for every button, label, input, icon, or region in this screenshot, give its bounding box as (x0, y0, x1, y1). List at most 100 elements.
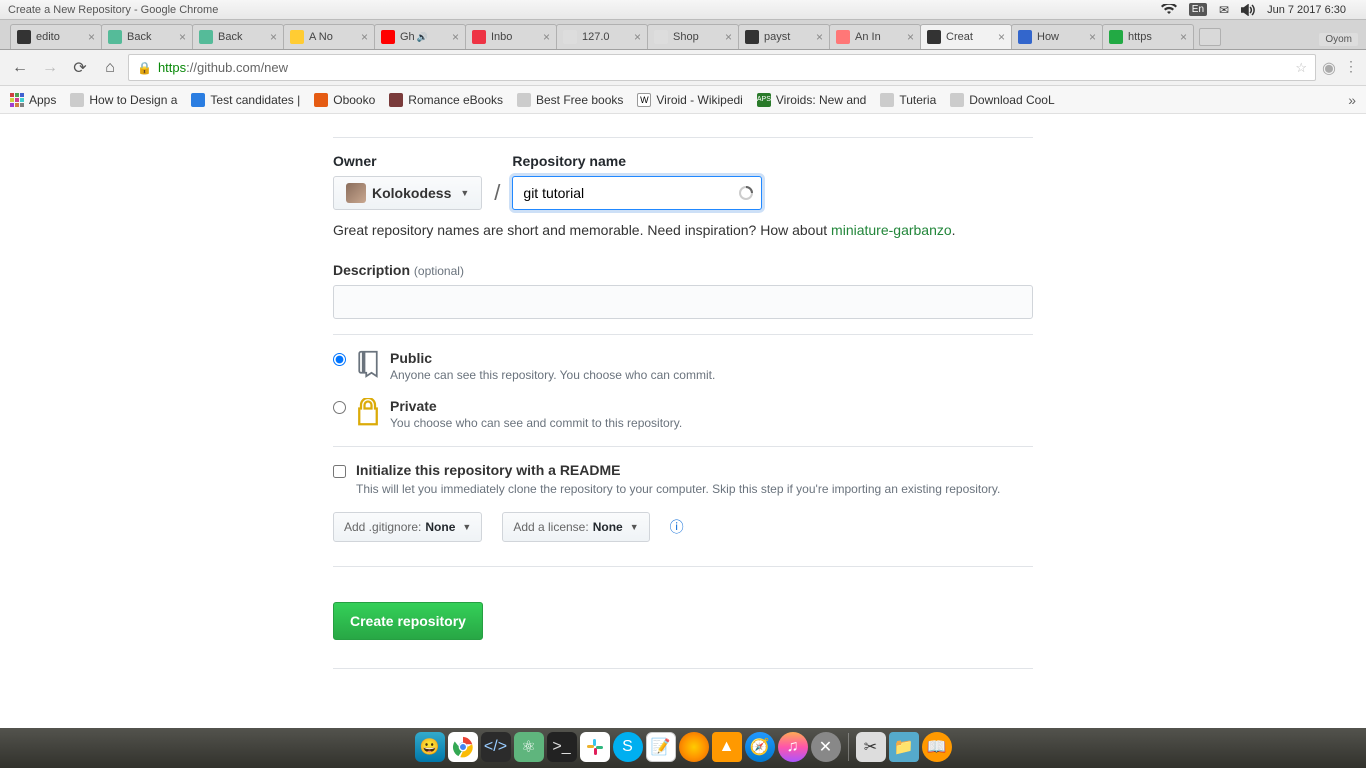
mail-icon[interactable]: ✉ (1219, 3, 1229, 17)
favicon-icon (563, 30, 577, 44)
bookmark-item[interactable]: Tuteria (880, 93, 936, 107)
tab[interactable]: Inbo× (465, 24, 557, 49)
dock-itunes-icon[interactable]: ♫ (778, 732, 808, 762)
lang-indicator[interactable]: En (1189, 3, 1207, 16)
bookmark-item[interactable]: Best Free books (517, 93, 623, 107)
suggestion-link[interactable]: miniature-garbanzo (831, 222, 952, 238)
dock-app-icon[interactable]: ✕ (811, 732, 841, 762)
bookmark-item[interactable]: Romance eBooks (389, 93, 503, 107)
tab[interactable]: https× (1102, 24, 1194, 49)
reload-button[interactable]: ⟳ (68, 56, 92, 80)
close-icon[interactable]: × (722, 30, 732, 44)
forward-button: → (38, 56, 62, 80)
owner-dropdown[interactable]: Kolokodess ▼ (333, 176, 482, 210)
description-input[interactable] (333, 285, 1033, 319)
dock-finder-icon[interactable]: 😀 (415, 732, 445, 762)
close-icon[interactable]: × (85, 30, 95, 44)
dock-ibooks-icon[interactable]: 📖 (922, 732, 952, 762)
close-icon[interactable]: × (176, 30, 186, 44)
tab[interactable]: payst× (738, 24, 830, 49)
tab[interactable]: Back× (101, 24, 193, 49)
private-title: Private (390, 398, 682, 414)
dock-firefox-icon[interactable] (679, 732, 709, 762)
private-radio[interactable] (333, 401, 346, 414)
dock-skype-icon[interactable]: S (613, 732, 643, 762)
gitignore-dropdown[interactable]: Add .gitignore: None▼ (333, 512, 482, 542)
close-icon[interactable]: × (631, 30, 641, 44)
spinner-icon (738, 185, 754, 201)
tab[interactable]: Shop× (647, 24, 739, 49)
dock-terminal-icon[interactable]: >_ (547, 732, 577, 762)
tab-active[interactable]: Creat× (920, 24, 1012, 49)
tab[interactable]: Gh🔊× (374, 24, 466, 49)
clock[interactable]: Jun 7 2017 6:30 (1267, 4, 1346, 16)
favicon-icon (1018, 30, 1032, 44)
create-repository-button[interactable]: Create repository (333, 602, 483, 640)
dock-slack-icon[interactable] (580, 732, 610, 762)
close-icon[interactable]: × (904, 30, 914, 44)
profile-badge[interactable]: Oyom (1319, 33, 1358, 46)
slash-separator: / (494, 180, 500, 206)
bookmark-item[interactable]: How to Design a (70, 93, 177, 107)
bookmark-item[interactable]: Test candidates | (191, 93, 300, 107)
bookmark-star-icon[interactable]: ☆ (1295, 60, 1307, 76)
private-desc: You choose who can see and commit to thi… (390, 416, 682, 430)
address-bar[interactable]: 🔒 https://github.com/new ☆ (128, 54, 1316, 81)
bookmark-item[interactable]: WViroid - Wikipedi (637, 93, 742, 107)
dock-textedit-icon[interactable]: 📝 (646, 732, 676, 762)
favicon-icon (199, 30, 213, 44)
dock-chrome-icon[interactable] (448, 732, 478, 762)
new-tab-button[interactable] (1199, 28, 1221, 46)
wifi-icon[interactable] (1161, 4, 1177, 16)
bookmark-item[interactable]: APSViroids: New and (757, 93, 867, 107)
avatar (346, 183, 366, 203)
back-button[interactable]: ← (8, 56, 32, 80)
favicon-icon (108, 30, 122, 44)
dock-vscode-icon[interactable]: </> (481, 732, 511, 762)
volume-icon[interactable] (1241, 4, 1255, 16)
page-viewport: Owner Kolokodess ▼ / Repository name (0, 114, 1366, 728)
tab[interactable]: Back× (192, 24, 284, 49)
close-icon[interactable]: × (449, 30, 459, 44)
page-icon (70, 93, 84, 107)
mac-dock: 😀 </> ⚛ >_ S 📝 ▲ 🧭 ♫ ✕ ✂ 📁 📖 (0, 728, 1366, 768)
extension-icon[interactable]: ◉ (1322, 58, 1336, 78)
tab[interactable]: edito× (10, 24, 102, 49)
close-icon[interactable]: × (995, 30, 1005, 44)
url-scheme: https (158, 60, 186, 75)
close-icon[interactable]: × (813, 30, 823, 44)
repo-public-icon (354, 350, 382, 378)
apps-button[interactable]: Apps (10, 93, 56, 107)
dock-safari-icon[interactable]: 🧭 (745, 732, 775, 762)
tab[interactable]: 127.0× (556, 24, 648, 49)
repo-name-input[interactable] (512, 176, 762, 210)
chevron-down-icon: ▼ (462, 522, 471, 532)
bookmarks-overflow-icon[interactable]: » (1348, 92, 1356, 108)
menu-icon[interactable]: ⋮ (1344, 58, 1358, 78)
url-rest: ://github.com/new (186, 60, 288, 75)
readme-checkbox[interactable] (333, 465, 346, 478)
dock-folder-icon[interactable]: 📁 (889, 732, 919, 762)
dock-separator (848, 733, 849, 761)
close-icon[interactable]: × (1177, 30, 1187, 44)
home-button[interactable]: ⌂ (98, 56, 122, 80)
favicon-icon (381, 30, 395, 44)
close-icon[interactable]: × (358, 30, 368, 44)
close-icon[interactable]: × (540, 30, 550, 44)
description-label: Description (optional) (333, 262, 464, 278)
dock-atom-icon[interactable]: ⚛ (514, 732, 544, 762)
lock-icon: 🔒 (137, 61, 152, 75)
page-icon: W (637, 93, 651, 107)
tab[interactable]: A No× (283, 24, 375, 49)
bookmark-item[interactable]: Obooko (314, 93, 375, 107)
close-icon[interactable]: × (267, 30, 277, 44)
info-icon[interactable]: ⓘ (670, 517, 684, 537)
tab[interactable]: An In× (829, 24, 921, 49)
dock-scissors-icon[interactable]: ✂ (856, 732, 886, 762)
license-dropdown[interactable]: Add a license: None▼ (502, 512, 649, 542)
bookmark-item[interactable]: Download CooL (950, 93, 1054, 107)
public-radio[interactable] (333, 353, 346, 366)
tab[interactable]: How× (1011, 24, 1103, 49)
close-icon[interactable]: × (1086, 30, 1096, 44)
dock-vlc-icon[interactable]: ▲ (712, 732, 742, 762)
